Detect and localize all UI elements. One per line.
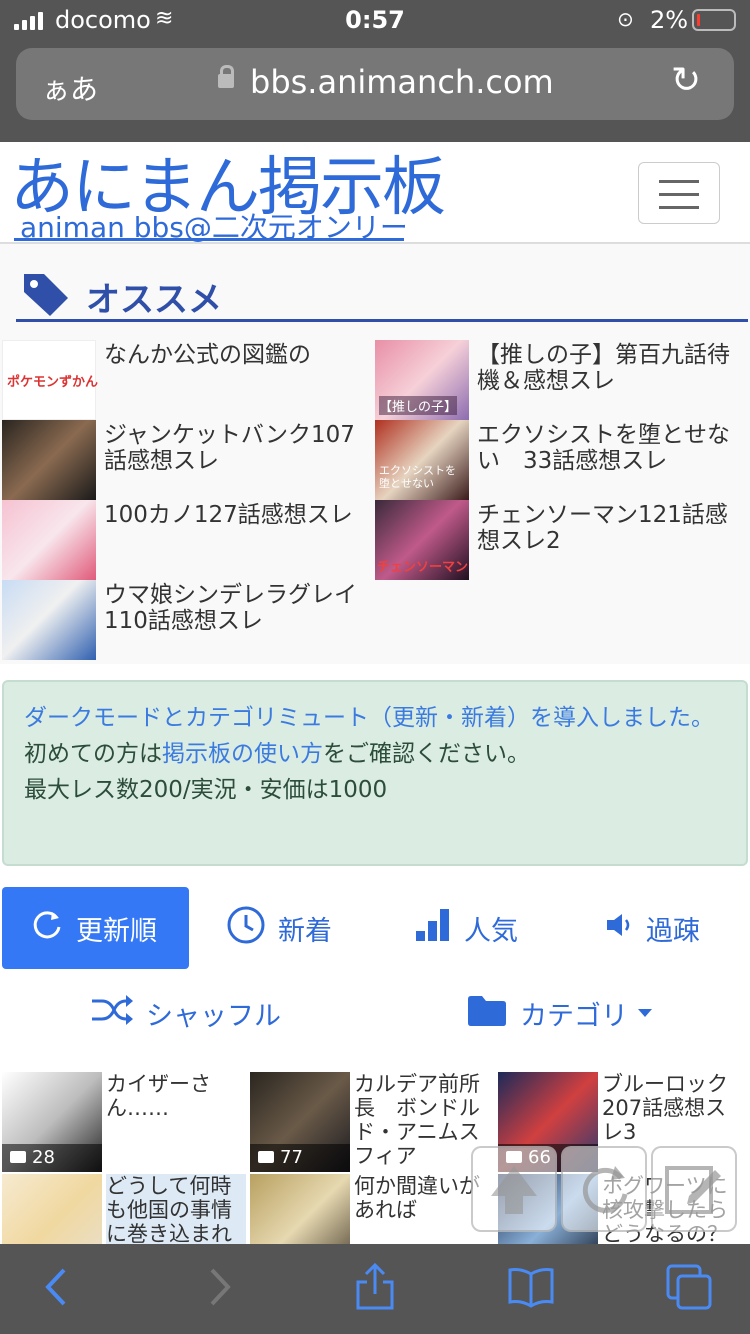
reply-count: 28 bbox=[2, 1144, 102, 1172]
share-button[interactable] bbox=[350, 1262, 400, 1312]
chevron-left-icon bbox=[45, 1268, 66, 1306]
thumbnail bbox=[2, 580, 96, 660]
hamburger-menu-button[interactable] bbox=[638, 162, 720, 224]
tab-label: カテゴリ bbox=[520, 1000, 628, 1032]
url-text[interactable]: bbs.animanch.com bbox=[250, 63, 554, 101]
address-bar[interactable]: ぁあ bbs.animanch.com ↻ bbox=[16, 48, 734, 120]
browser-address-area: ぁあ bbs.animanch.com ↻ bbox=[0, 40, 750, 142]
status-bar: docomo ≋ 0:57 ⊙ 2% bbox=[0, 0, 750, 40]
recommended-heading: オススメ bbox=[16, 270, 748, 322]
tab-label: 新着 bbox=[278, 915, 332, 947]
thumbnail: 【推しの子】 bbox=[375, 340, 469, 420]
tab-update-order[interactable]: 更新順 bbox=[2, 887, 189, 969]
logo-underline bbox=[14, 238, 404, 241]
bar-chart-icon bbox=[414, 907, 452, 950]
category-dropdown[interactable]: カテゴリ bbox=[466, 972, 686, 1054]
notice-text: をご確認ください。 bbox=[323, 741, 530, 767]
thumbnail-text: 【推しの子】 bbox=[379, 396, 458, 415]
tab-label: シャッフル bbox=[146, 1000, 281, 1032]
recommended-item[interactable]: 【推しの子】 【推しの子】第百九話待機＆感想スレ bbox=[375, 340, 747, 420]
thumbnail-text: チェンソーマン bbox=[377, 560, 469, 575]
reload-float-button[interactable] bbox=[561, 1146, 647, 1232]
tab-label: 更新順 bbox=[76, 915, 157, 947]
notice-limits: 最大レス数200/実況・安価は1000 bbox=[24, 777, 388, 803]
tab-old[interactable]: 過疎 bbox=[604, 887, 744, 969]
forward-button[interactable] bbox=[194, 1262, 244, 1312]
tab-popular[interactable]: 人気 bbox=[414, 887, 564, 969]
arrow-up-icon bbox=[491, 1166, 537, 1214]
battery-percent: 2% bbox=[650, 6, 689, 34]
orientation-lock-icon: ⊙ bbox=[617, 7, 634, 31]
thread-card[interactable]: 77 カルデア前所長 ボンドルド・アニムスフィア bbox=[250, 1072, 496, 1172]
site-header: あにまん掲示板 animan bbs@二次元オンリー bbox=[0, 142, 750, 244]
back-button[interactable] bbox=[32, 1262, 82, 1312]
tab-new[interactable]: 新着 bbox=[226, 887, 376, 969]
recommended-section: オススメ ポケモンずかん なんか公式の図鑑の 【推しの子】 【推しの子】第百九話… bbox=[0, 244, 750, 664]
recommended-item-title: 100カノ127話感想スレ bbox=[104, 502, 353, 528]
recommended-item[interactable]: エクソシストを堕とせない エクソシストを堕とせない 33話感想スレ bbox=[375, 420, 747, 500]
reload-icon[interactable]: ↻ bbox=[671, 60, 701, 101]
thread-title: どうして何時も他国の事情に巻き込まれ bbox=[106, 1174, 246, 1246]
tab-label: 人気 bbox=[464, 915, 518, 947]
thread-card[interactable]: 28 カイザーさん…… bbox=[2, 1072, 248, 1172]
thumbnail-text: ポケモンずかん bbox=[7, 375, 99, 390]
battery-icon bbox=[692, 9, 736, 31]
recommended-item[interactable]: チェンソーマン チェンソーマン121話感想スレ2 bbox=[375, 500, 747, 580]
tag-icon bbox=[24, 274, 68, 316]
thumbnail: エクソシストを堕とせない bbox=[375, 420, 469, 500]
recommended-item-title: ジャンケットバンク107話感想スレ bbox=[104, 422, 355, 474]
refresh-icon bbox=[30, 908, 64, 949]
recommended-item-title: エクソシストを堕とせない 33話感想スレ bbox=[477, 422, 730, 474]
tabs-button[interactable] bbox=[664, 1262, 714, 1312]
bookmarks-button[interactable] bbox=[506, 1262, 556, 1312]
shuffle-icon bbox=[90, 993, 134, 1034]
tabs-icon bbox=[666, 1264, 712, 1310]
reply-count: 77 bbox=[250, 1144, 350, 1172]
recommended-item-title: 【推しの子】第百九話待機＆感想スレ bbox=[477, 342, 730, 394]
caret-down-icon bbox=[638, 1009, 652, 1017]
chevron-right-icon bbox=[210, 1268, 231, 1306]
thumbnail bbox=[2, 500, 96, 580]
tab-label: 過疎 bbox=[646, 915, 700, 947]
folder-icon bbox=[466, 993, 508, 1034]
recommended-item-title: チェンソーマン121話感想スレ2 bbox=[477, 502, 728, 554]
clock-icon bbox=[226, 905, 266, 952]
edit-icon bbox=[665, 1166, 721, 1214]
notice-announcement-link[interactable]: ダークモードとカテゴリミュート（更新・新着）を導入しました。 bbox=[24, 700, 726, 736]
thumbnail bbox=[2, 420, 96, 500]
recommended-item-title: なんか公式の図鑑の bbox=[104, 342, 311, 368]
thumbnail-text: エクソシストを堕とせない bbox=[379, 464, 456, 490]
clock: 0:57 bbox=[345, 6, 405, 34]
recommended-item[interactable]: ポケモンずかん なんか公式の図鑑の bbox=[2, 340, 374, 420]
lock-icon bbox=[218, 65, 234, 88]
usage-guide-link[interactable]: 掲示板の使い方 bbox=[162, 741, 323, 767]
share-icon bbox=[356, 1262, 394, 1310]
notice-guide-line: 初めての方は掲示板の使い方をご確認ください。 bbox=[24, 736, 726, 772]
recommended-item[interactable]: 100カノ127話感想スレ bbox=[2, 500, 374, 580]
speaker-icon bbox=[604, 911, 634, 946]
reader-settings-button[interactable]: ぁあ bbox=[42, 68, 98, 108]
thumbnail: チェンソーマン bbox=[375, 500, 469, 580]
recommended-item[interactable]: ウマ娘シンデレラグレイ 110話感想スレ bbox=[2, 580, 380, 660]
shuffle-button[interactable]: シャッフル bbox=[90, 972, 310, 1054]
recommended-title: オススメ bbox=[86, 280, 222, 320]
recommended-item-title: ウマ娘シンデレラグレイ 110話感想スレ bbox=[104, 582, 380, 634]
scroll-top-button[interactable] bbox=[471, 1146, 557, 1232]
notice-text: 初めての方は bbox=[24, 741, 162, 767]
refresh-icon bbox=[582, 1166, 628, 1213]
recommended-item[interactable]: ジャンケットバンク107話感想スレ bbox=[2, 420, 374, 500]
book-icon bbox=[508, 1268, 554, 1308]
thumbnail: ポケモンずかん bbox=[2, 340, 99, 420]
thread-title: ブルーロック207話感想スレ3 bbox=[602, 1072, 728, 1144]
browser-toolbar bbox=[0, 1244, 750, 1334]
thread-title: カイザーさん…… bbox=[106, 1072, 211, 1120]
notice-box: ダークモードとカテゴリミュート（更新・新着）を導入しました。 初めての方は掲示板… bbox=[2, 680, 748, 866]
new-thread-button[interactable] bbox=[651, 1146, 737, 1232]
